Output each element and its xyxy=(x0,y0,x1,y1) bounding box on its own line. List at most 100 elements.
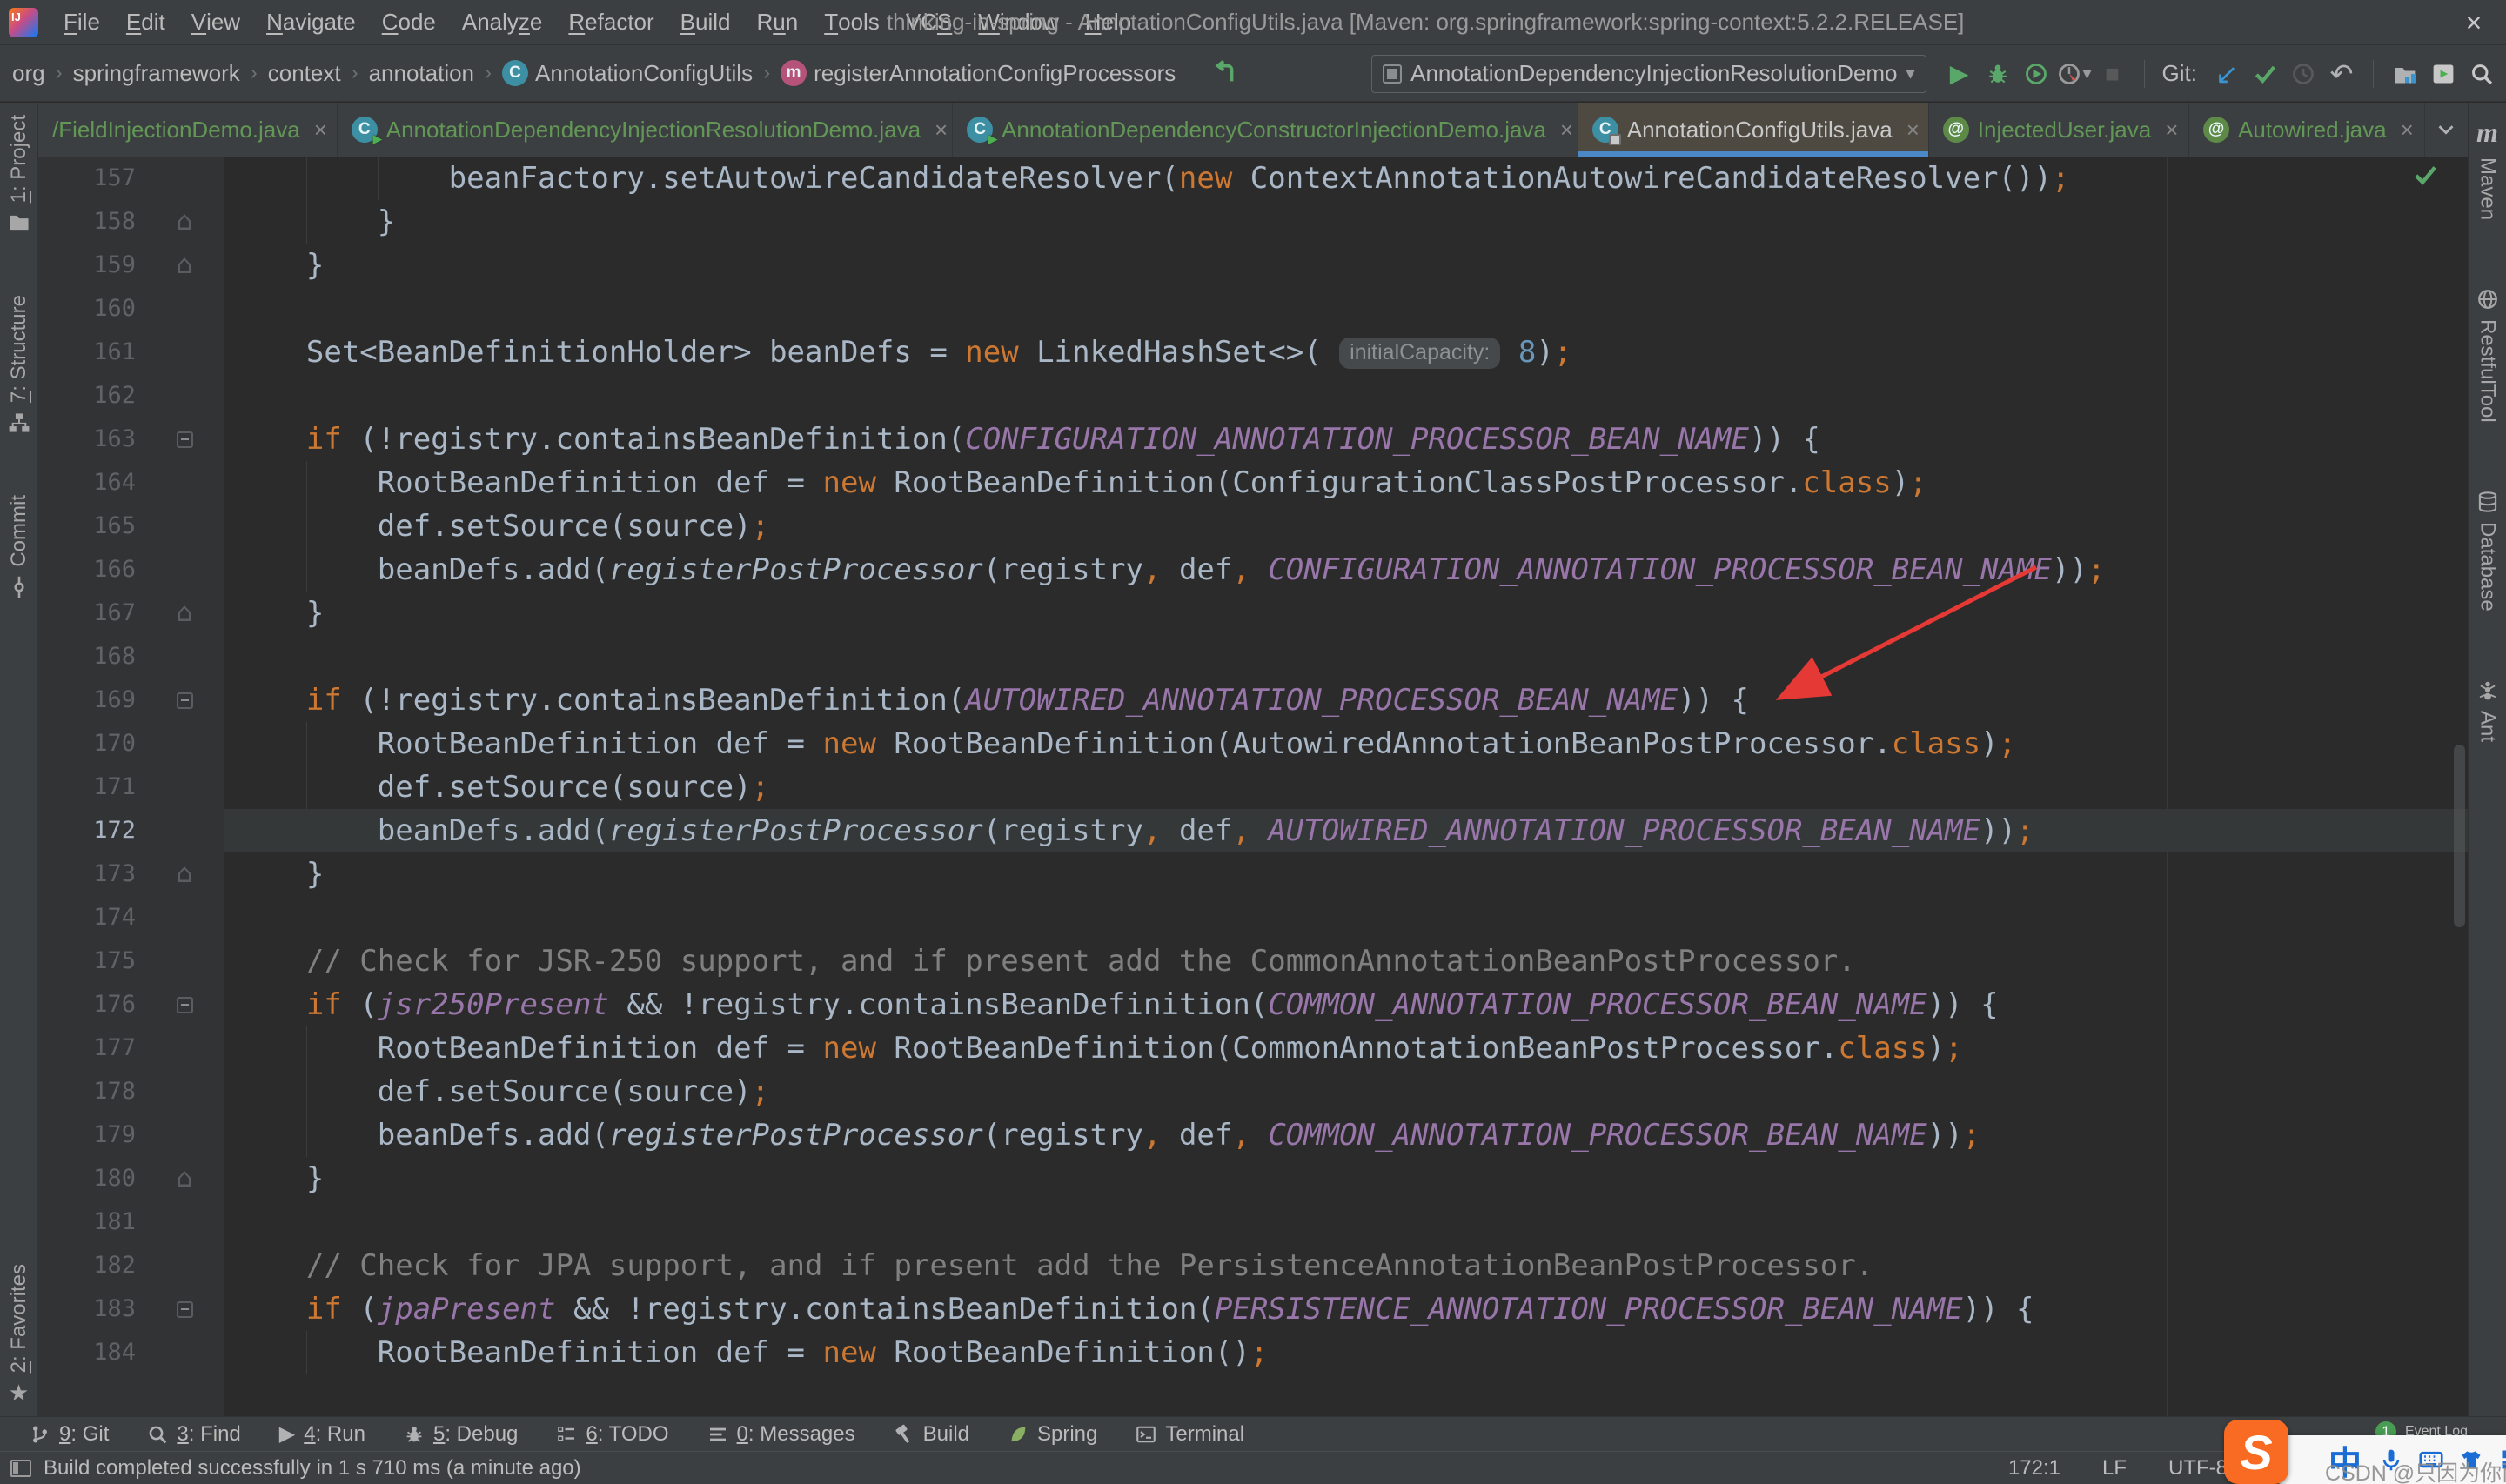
code-line-169[interactable]: 169 if (!registry.containsBeanDefinition… xyxy=(38,678,2468,722)
line-number[interactable]: 159 xyxy=(38,244,136,287)
line-number[interactable]: 166 xyxy=(38,548,136,592)
line-number[interactable]: 174 xyxy=(38,896,136,939)
tab-AnnotationConfigUtils-java[interactable]: CAnnotationConfigUtils.java× xyxy=(1578,103,1929,157)
line-number[interactable]: 169 xyxy=(38,678,136,722)
fold-end-icon[interactable]: ⌂ xyxy=(165,244,204,287)
line-number[interactable]: 180 xyxy=(38,1157,136,1200)
code-line-177[interactable]: 177 RootBeanDefinition def = new RootBea… xyxy=(38,1026,2468,1070)
fold-end-icon[interactable]: ⌂ xyxy=(165,592,204,635)
tab-AnnotationDependencyConstructorInjectionDemo-java[interactable]: CAnnotationDependencyConstructorInjectio… xyxy=(953,103,1578,157)
close-button[interactable]: × xyxy=(2447,0,2501,45)
menu-analyze[interactable]: Analyze xyxy=(449,0,556,44)
tab-AnnotationDependencyInjectionResolutionDemo-java[interactable]: CAnnotationDependencyInjectionResolution… xyxy=(338,103,953,157)
tab-Autowired-java[interactable]: @Autowired.java× xyxy=(2189,103,2425,157)
code-line-173[interactable]: 173⌂ } xyxy=(38,852,2468,896)
code-line-182[interactable]: 182 // Check for JPA support, and if pre… xyxy=(38,1244,2468,1287)
profiler-button[interactable]: ▾ xyxy=(2055,55,2094,93)
code-line-166[interactable]: 166 beanDefs.add(registerPostProcessor(r… xyxy=(38,548,2468,592)
rollback-button[interactable]: ↶ xyxy=(2322,55,2361,93)
tool-stripe-maven[interactable]: mMaven xyxy=(2476,117,2500,220)
line-number[interactable]: 178 xyxy=(38,1070,136,1113)
update-button[interactable]: ↙ xyxy=(2208,55,2246,93)
menu-build[interactable]: Build xyxy=(667,0,744,44)
line-number[interactable]: 160 xyxy=(38,287,136,331)
line-number[interactable]: 173 xyxy=(38,852,136,896)
toolwindow-button-todo[interactable]: 6: TODO xyxy=(556,1422,668,1447)
close-icon[interactable]: × xyxy=(935,117,948,144)
minimize-button[interactable] xyxy=(2339,0,2393,45)
code-line-183[interactable]: 183 if (jpaPresent && !registry.contains… xyxy=(38,1287,2468,1331)
line-number[interactable]: 181 xyxy=(38,1200,136,1244)
code-line-184[interactable]: 184 RootBeanDefinition def = new RootBea… xyxy=(38,1331,2468,1374)
editor-scrollbar[interactable] xyxy=(2454,745,2465,927)
tool-window-toggle-icon[interactable] xyxy=(10,1460,31,1477)
close-icon[interactable]: × xyxy=(2401,117,2414,144)
line-number[interactable]: 163 xyxy=(38,418,136,461)
search-everywhere-button[interactable] xyxy=(2462,55,2501,93)
code-line-170[interactable]: 170 RootBeanDefinition def = new RootBea… xyxy=(38,722,2468,765)
code-line-174[interactable]: 174 xyxy=(38,896,2468,939)
line-number[interactable]: 176 xyxy=(38,983,136,1026)
code-line-162[interactable]: 162 xyxy=(38,374,2468,418)
line-separator[interactable]: LF xyxy=(2102,1456,2127,1481)
tool-stripe-favorites[interactable]: 2: Favorites★ xyxy=(7,1264,31,1404)
fold-end-icon[interactable]: ⌂ xyxy=(165,852,204,896)
debug-button[interactable] xyxy=(1979,55,2017,93)
toolwindow-button-spring[interactable]: Spring xyxy=(1008,1422,1097,1447)
breadcrumb-AnnotationConfigUtils[interactable]: CAnnotationConfigUtils xyxy=(502,60,753,87)
menu-edit[interactable]: Edit xyxy=(113,0,178,44)
line-number[interactable]: 164 xyxy=(38,461,136,505)
line-number[interactable]: 171 xyxy=(38,765,136,809)
commit-check-button[interactable] xyxy=(2246,55,2284,93)
fold-collapse-icon[interactable] xyxy=(165,1287,204,1331)
line-number[interactable]: 182 xyxy=(38,1244,136,1287)
file-encoding[interactable]: UTF-8 xyxy=(2168,1456,2228,1481)
code-line-164[interactable]: 164 RootBeanDefinition def = new RootBea… xyxy=(38,461,2468,505)
code-line-160[interactable]: 160 xyxy=(38,287,2468,331)
close-icon[interactable]: × xyxy=(314,117,327,144)
line-number[interactable]: 175 xyxy=(38,939,136,983)
code-line-171[interactable]: 171 def.setSource(source); xyxy=(38,765,2468,809)
line-number[interactable]: 183 xyxy=(38,1287,136,1331)
line-number[interactable]: 172 xyxy=(38,809,136,852)
toolwindow-button-find[interactable]: 3: Find xyxy=(147,1422,240,1447)
fold-end-icon[interactable]: ⌂ xyxy=(165,1157,204,1200)
toolwindow-button-git[interactable]: 9: Git xyxy=(30,1422,109,1447)
tool-stripe-project[interactable]: 1: Project xyxy=(7,115,31,234)
menu-code[interactable]: Code xyxy=(369,0,449,44)
stop-button[interactable]: ■ xyxy=(2094,55,2132,93)
code-line-178[interactable]: 178 def.setSource(source); xyxy=(38,1070,2468,1113)
tool-stripe-structure[interactable]: 7: Structure xyxy=(7,295,31,434)
breadcrumb-context[interactable]: context xyxy=(268,60,341,87)
menu-navigate[interactable]: Navigate xyxy=(253,0,369,44)
code-line-180[interactable]: 180⌂ } xyxy=(38,1157,2468,1200)
tool-stripe-commit[interactable]: Commit xyxy=(7,495,31,598)
menu-file[interactable]: File xyxy=(50,0,113,44)
project-structure-button[interactable] xyxy=(2386,55,2424,93)
breadcrumb-registerAnnotationConfigProcessors[interactable]: mregisterAnnotationConfigProcessors xyxy=(781,60,1176,87)
tab-InjectedUser-java[interactable]: @InjectedUser.java× xyxy=(1929,103,2189,157)
toolwindow-button-run[interactable]: ▶4: Run xyxy=(279,1422,365,1447)
line-number[interactable]: 170 xyxy=(38,722,136,765)
code-line-167[interactable]: 167⌂ } xyxy=(38,592,2468,635)
maximize-button[interactable] xyxy=(2393,0,2447,45)
line-number[interactable]: 168 xyxy=(38,635,136,678)
code-line-159[interactable]: 159⌂ } xyxy=(38,244,2468,287)
fold-end-icon[interactable]: ⌂ xyxy=(165,200,204,244)
breadcrumb-springframework[interactable]: springframework xyxy=(73,60,240,87)
toolwindow-button-terminal[interactable]: Terminal xyxy=(1136,1422,1244,1447)
line-number[interactable]: 177 xyxy=(38,1026,136,1070)
coverage-button[interactable] xyxy=(2017,55,2055,93)
menu-view[interactable]: View xyxy=(178,0,253,44)
line-number[interactable]: 162 xyxy=(38,374,136,418)
line-number[interactable]: 157 xyxy=(38,157,136,200)
breadcrumb-org[interactable]: org xyxy=(12,60,45,87)
toolwindow-button-messages[interactable]: 0: Messages xyxy=(707,1422,855,1447)
menu-tools[interactable]: Tools xyxy=(811,0,893,44)
hidden-tabs-chevron[interactable] xyxy=(2425,103,2468,157)
toolwindow-button-debug[interactable]: 5: Debug xyxy=(404,1422,518,1447)
tool-stripe-database[interactable]: Database xyxy=(2476,491,2500,612)
line-number[interactable]: 167 xyxy=(38,592,136,635)
fold-collapse-icon[interactable] xyxy=(165,983,204,1026)
code-line-181[interactable]: 181 xyxy=(38,1200,2468,1244)
